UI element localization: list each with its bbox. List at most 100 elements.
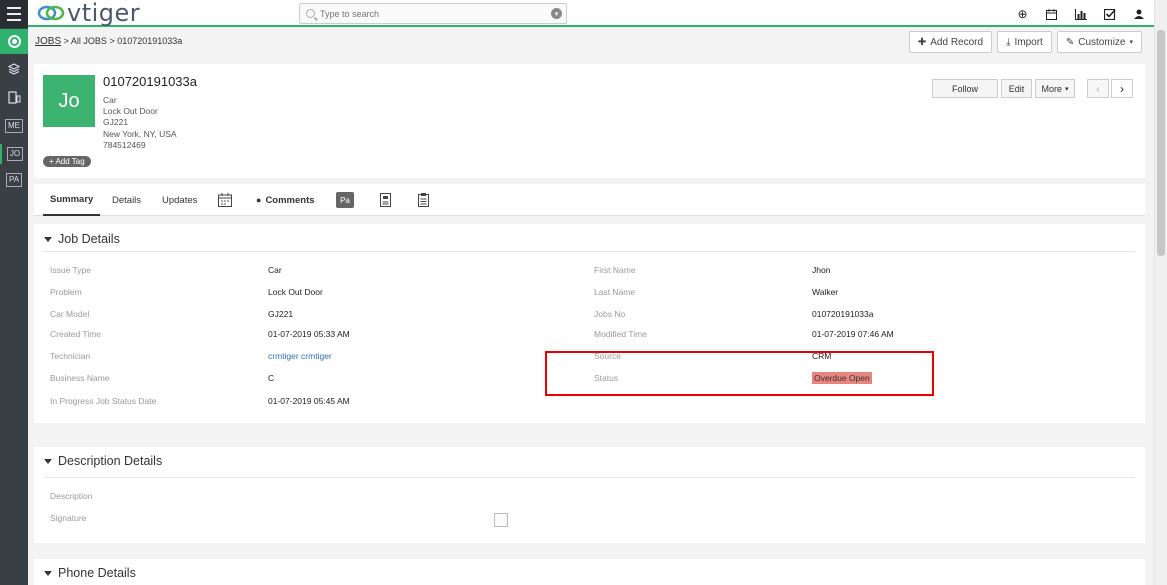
job-details-section: Job Details bbox=[34, 224, 1145, 423]
plus-circle-icon[interactable]: ⊕ bbox=[1008, 6, 1037, 22]
summary-line: Lock Out Door bbox=[103, 106, 158, 117]
field-label-first-name: First Name bbox=[594, 265, 636, 275]
tab-notes[interactable] bbox=[418, 184, 429, 216]
app-root: ME JO PA vtiger ▾ ⊕ bbox=[0, 0, 1167, 585]
tab-details[interactable]: Details bbox=[112, 184, 141, 216]
follow-button[interactable]: Follow bbox=[932, 79, 998, 98]
field-value-problem[interactable]: Lock Out Door bbox=[268, 287, 323, 297]
edit-button[interactable]: Edit bbox=[1001, 79, 1032, 98]
job-details-header[interactable]: Job Details bbox=[44, 232, 120, 246]
layers-icon bbox=[8, 63, 20, 75]
previous-record-button[interactable]: ‹ bbox=[1087, 79, 1109, 98]
field-value-modified-time: 01-07-2019 07:46 AM bbox=[812, 329, 894, 339]
scrollbar-thumb[interactable] bbox=[1157, 30, 1165, 256]
field-value-in-progress-date[interactable]: 01-07-2019 05:45 AM bbox=[268, 396, 350, 406]
caret-down-icon bbox=[44, 236, 52, 242]
checkbox-icon[interactable] bbox=[1095, 6, 1124, 22]
phone-details-header[interactable]: Phone Details bbox=[44, 566, 136, 580]
field-value-last-name[interactable]: Walker bbox=[812, 287, 838, 297]
field-value-first-name[interactable]: Jhon bbox=[812, 265, 830, 275]
field-label-description: Description bbox=[50, 491, 93, 501]
breadcrumb-separator: > bbox=[63, 36, 71, 46]
search-input[interactable] bbox=[320, 8, 540, 19]
sidebar-item-jo[interactable]: JO bbox=[0, 144, 28, 164]
user-icon[interactable] bbox=[1124, 6, 1153, 22]
vtiger-logo[interactable]: vtiger bbox=[37, 0, 141, 27]
field-label-last-name: Last Name bbox=[594, 287, 636, 297]
more-button[interactable]: More ▾ bbox=[1035, 79, 1075, 98]
breadcrumb-bar: JOBS > All JOBS > 010720191033a ✚ Add Rec… bbox=[28, 29, 1154, 56]
menu-button[interactable] bbox=[0, 0, 28, 28]
record-summary-lines: Car Lock Out Door GJ221 New York, NY, US… bbox=[103, 95, 177, 151]
breadcrumb-list[interactable]: All JOBS bbox=[71, 36, 107, 46]
field-label-technician: Technician bbox=[50, 351, 91, 361]
field-value-source: CRM bbox=[812, 351, 832, 361]
field-label-status: Status bbox=[594, 373, 619, 383]
chevron-down-icon[interactable]: ▾ bbox=[551, 8, 562, 19]
document-icon bbox=[380, 193, 391, 207]
logo-text: vtiger bbox=[67, 0, 141, 27]
description-details-header[interactable]: Description Details bbox=[44, 454, 162, 468]
bar-chart-icon[interactable] bbox=[1066, 6, 1095, 22]
caret-down-icon bbox=[44, 458, 52, 464]
signature-image-icon[interactable] bbox=[494, 513, 508, 527]
record-actions: Follow Edit More ▾ bbox=[932, 79, 1075, 98]
stack-button[interactable] bbox=[0, 58, 28, 80]
next-record-button[interactable]: › bbox=[1111, 79, 1133, 98]
field-value-issue-type[interactable]: Car bbox=[268, 265, 282, 275]
phone-details-section: Phone Details bbox=[34, 559, 1145, 585]
tab-comments[interactable]: ● Comments bbox=[256, 184, 315, 216]
devices-icon bbox=[7, 90, 20, 104]
tab-updates[interactable]: Updates bbox=[162, 184, 197, 216]
tab-calendar[interactable] bbox=[218, 184, 232, 216]
calendar-icon[interactable] bbox=[1037, 6, 1066, 22]
breadcrumb: JOBS > All JOBS > 010720191033a bbox=[35, 36, 182, 47]
sidebar-item-me[interactable]: ME bbox=[0, 118, 28, 134]
breadcrumb-module[interactable]: JOBS bbox=[35, 36, 61, 47]
field-label-signature: Signature bbox=[50, 513, 87, 523]
tab-document[interactable] bbox=[380, 184, 391, 216]
sidebar-item-pa[interactable]: PA bbox=[0, 172, 28, 188]
home-button[interactable] bbox=[0, 29, 28, 54]
caret-down-icon: ▾ bbox=[1065, 85, 1069, 93]
record-title: 010720191033a bbox=[103, 74, 197, 89]
section-divider bbox=[44, 477, 1135, 478]
field-value-status[interactable]: Overdue Open bbox=[812, 372, 872, 384]
summary-line: Car bbox=[103, 95, 117, 105]
tab-pa[interactable]: Pa bbox=[336, 184, 354, 216]
field-value-jobs-no: 010720191033a bbox=[812, 309, 874, 319]
summary-line: New York, NY, USA bbox=[103, 128, 177, 139]
summary-line: GJ221 bbox=[103, 117, 129, 128]
notes-icon bbox=[418, 193, 429, 207]
field-value-business-name[interactable]: C bbox=[268, 373, 274, 383]
tab-summary[interactable]: Summary bbox=[43, 184, 101, 216]
field-label-source: Source bbox=[594, 351, 621, 361]
field-value-car-model[interactable]: GJ221 bbox=[268, 309, 293, 319]
section-divider bbox=[44, 251, 1135, 252]
field-label-created-time: Created Time bbox=[50, 329, 102, 339]
hamburger-icon bbox=[7, 5, 21, 23]
calendar-icon bbox=[218, 193, 232, 207]
top-bar: vtiger ▾ ⊕ bbox=[28, 0, 1167, 27]
download-icon: ⤓ bbox=[1006, 36, 1011, 48]
field-value-technician-link[interactable]: crmtiger crmtiger bbox=[268, 351, 332, 361]
record-header: Jo 010720191033a Car Lock Out Door GJ221… bbox=[34, 64, 1145, 178]
field-label-problem: Problem bbox=[50, 287, 82, 297]
field-label-car-model: Car Model bbox=[50, 309, 90, 319]
add-record-button[interactable]: ✚ Add Record bbox=[908, 31, 993, 53]
customize-button[interactable]: ✎ Customize ▾ bbox=[1056, 31, 1142, 53]
import-button[interactable]: ⤓ Import bbox=[997, 31, 1052, 53]
global-search[interactable]: ▾ bbox=[299, 3, 567, 24]
page-scrollbar[interactable] bbox=[1154, 0, 1167, 585]
field-label-jobs-no: Jobs No bbox=[594, 309, 626, 319]
chevron-left-icon: ‹ bbox=[1096, 81, 1100, 96]
plus-icon: ✚ bbox=[917, 36, 927, 48]
record-navigation: ‹ › bbox=[1087, 79, 1133, 98]
field-label-in-progress-date: In Progress Job Status Date bbox=[50, 396, 157, 406]
record-avatar: Jo bbox=[43, 75, 95, 127]
devices-button[interactable] bbox=[0, 86, 28, 108]
wrench-icon: ✎ bbox=[1065, 36, 1075, 48]
top-actions: ⊕ bbox=[1008, 6, 1153, 22]
add-tag-button[interactable]: + Add Tag bbox=[43, 156, 91, 167]
left-sidebar: ME JO PA bbox=[0, 0, 28, 585]
